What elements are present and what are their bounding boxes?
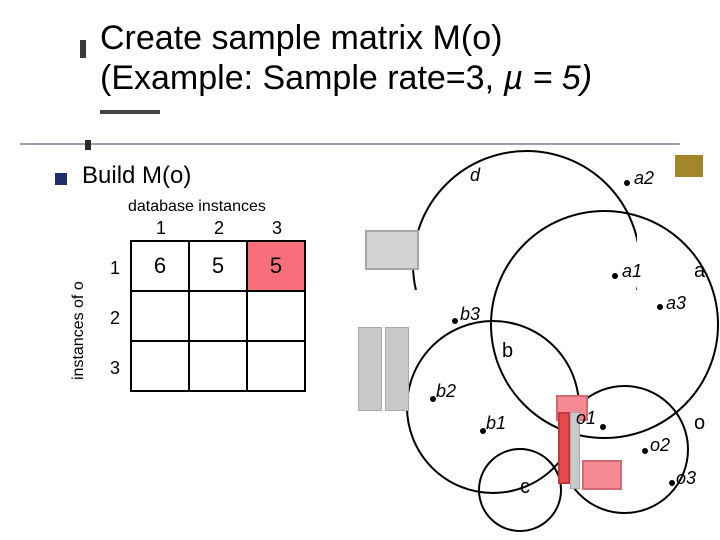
label-c: c xyxy=(520,476,530,499)
bullet-label: Build M(o) xyxy=(82,162,191,190)
col-head-2: 2 xyxy=(214,218,224,239)
label-d: d xyxy=(470,165,480,186)
col-head-3: 3 xyxy=(272,218,282,239)
table-row xyxy=(131,291,305,341)
label-o1: o1 xyxy=(576,408,596,429)
label-b: b xyxy=(502,340,513,363)
dot-o1 xyxy=(600,424,606,430)
deco-rect-1 xyxy=(365,230,419,270)
sample-matrix: 6 5 5 xyxy=(130,240,306,392)
label-b2: b2 xyxy=(436,381,456,402)
dot-o3 xyxy=(669,480,675,486)
table-row: 6 5 5 xyxy=(131,241,305,291)
label-a3: a3 xyxy=(666,293,686,314)
dot-a1 xyxy=(612,273,618,279)
arc-d-container xyxy=(412,150,637,290)
deco-square-olive xyxy=(675,155,703,177)
label-o3: o3 xyxy=(676,468,696,489)
deco-pink-2 xyxy=(582,460,622,490)
table-row xyxy=(131,341,305,391)
cell-r1c3: 5 xyxy=(247,241,305,291)
title-line-2: (Example: Sample rate=3, µ = 5) xyxy=(100,58,700,98)
deco-bar-1 xyxy=(358,327,382,411)
row-head-2: 2 xyxy=(110,308,120,329)
deco-red-stripe xyxy=(558,412,570,484)
dot-o2 xyxy=(642,448,648,454)
cell-r1c2: 5 xyxy=(189,241,247,291)
label-a: a xyxy=(694,260,705,283)
row-head-1: 1 xyxy=(110,258,120,279)
cell-r3c2 xyxy=(189,341,247,391)
table-ylabel: instances of o xyxy=(70,281,88,380)
cell-r2c1 xyxy=(131,291,189,341)
bullet-icon xyxy=(55,173,67,185)
cell-r2c3 xyxy=(247,291,305,341)
title-underline-long xyxy=(20,143,680,145)
label-o2: o2 xyxy=(650,435,670,456)
title-underline-short xyxy=(100,110,160,114)
dot-a3 xyxy=(657,304,663,310)
cell-r3c1 xyxy=(131,341,189,391)
label-b3: b3 xyxy=(460,304,480,325)
table-caption: database instances xyxy=(128,198,266,216)
row-head-3: 3 xyxy=(110,358,120,379)
label-o: o xyxy=(694,412,705,435)
cell-r1c1: 6 xyxy=(131,241,189,291)
col-head-1: 1 xyxy=(156,218,166,239)
title-accent xyxy=(80,40,86,58)
label-b1: b1 xyxy=(486,413,506,434)
deco-bar-2 xyxy=(385,327,409,411)
label-a1: a1 xyxy=(622,261,642,282)
cell-r2c2 xyxy=(189,291,247,341)
title-line-1: Create sample matrix M(o) xyxy=(100,18,700,58)
label-a2: a2 xyxy=(634,168,654,189)
slide-title: Create sample matrix M(o) (Example: Samp… xyxy=(100,18,700,98)
dot-a2 xyxy=(624,180,630,186)
cell-r3c3 xyxy=(247,341,305,391)
dot-b3 xyxy=(452,318,458,324)
circle-d xyxy=(412,150,637,290)
